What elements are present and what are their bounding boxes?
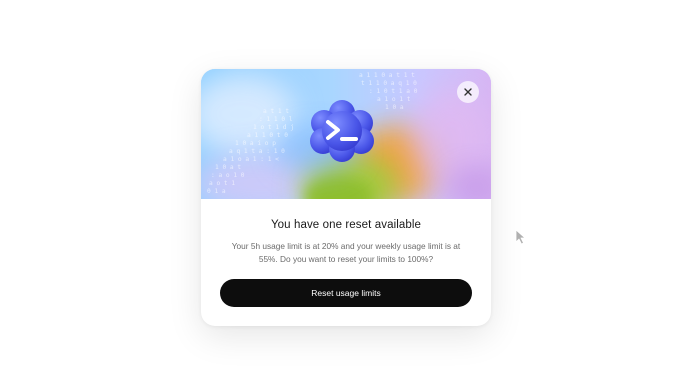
svg-text:1 0 a: 1 0 a [385, 104, 404, 111]
dialog-body: You have one reset available Your 5h usa… [201, 199, 491, 326]
svg-text:0 1 a: 0 1 a [207, 188, 226, 195]
svg-text:a o t 1: a o t 1 [209, 180, 235, 187]
svg-text:: a o 1 0: : a o 1 0 [211, 172, 245, 179]
svg-text:a 1 o 1 t: a 1 o 1 t [377, 96, 411, 103]
svg-text:t 1 1 0 a q 1 0: t 1 1 0 a q 1 0 [361, 80, 417, 87]
hero-banner: a t 1 t : 1 1 0 l 1 o t 1 d j a 1 1 0 t … [201, 69, 491, 199]
screen: a t 1 t : 1 1 0 l 1 o t 1 d j a 1 1 0 t … [0, 0, 700, 390]
mouse-cursor-icon [515, 229, 526, 245]
svg-text:a 1 1 0 t 0: a 1 1 0 t 0 [247, 132, 288, 139]
terminal-prompt-icon [309, 99, 375, 163]
svg-text:1 0 a i o p: 1 0 a i o p [235, 140, 276, 147]
reset-limits-dialog: a t 1 t : 1 1 0 l 1 o t 1 d j a 1 1 0 t … [201, 69, 491, 326]
close-icon [464, 88, 472, 96]
svg-text:a q 1 t a : 1 0: a q 1 t a : 1 0 [229, 148, 285, 155]
close-button[interactable] [457, 81, 479, 103]
reset-usage-limits-button[interactable]: Reset usage limits [220, 279, 472, 307]
svg-text:a 1 1 0 a t 1 t: a 1 1 0 a t 1 t [359, 72, 415, 79]
dialog-description: Your 5h usage limit is at 20% and your w… [231, 241, 461, 264]
dialog-title: You have one reset available [270, 219, 422, 231]
svg-text:1 o t 1 d j: 1 o t 1 d j [253, 124, 294, 131]
svg-text:: 1 0 t 1 a 0: : 1 0 t 1 a 0 [369, 88, 418, 95]
svg-text:a t 1 t: a t 1 t [263, 108, 289, 115]
svg-text:: 1 1 0 l: : 1 1 0 l [259, 116, 293, 123]
svg-text:a 1 o a 1 : 1 <: a 1 o a 1 : 1 < [223, 156, 279, 163]
svg-text:1 0 a t: 1 0 a t [215, 164, 241, 171]
